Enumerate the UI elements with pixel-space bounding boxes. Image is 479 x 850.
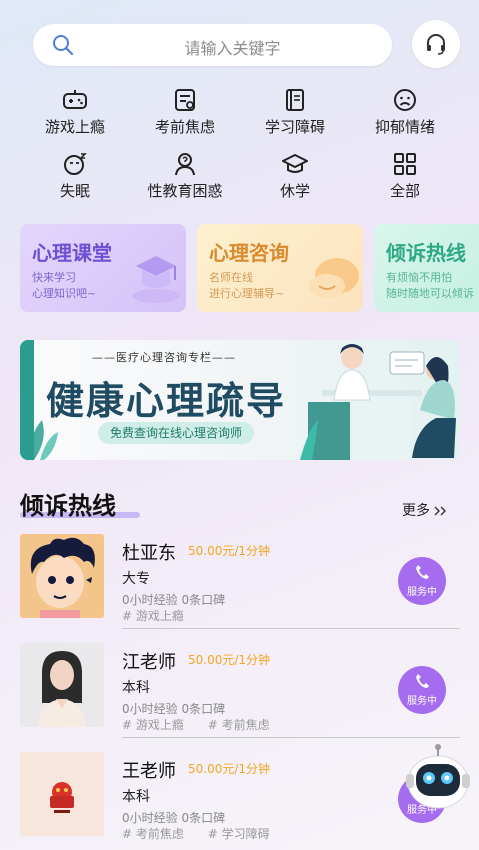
grid-icon — [394, 153, 416, 175]
counselor-name: 杜亚东 — [122, 543, 176, 564]
psychology-class-card[interactable]: 心理课堂 快来学习 心理知识吧~ — [20, 224, 186, 312]
top-bar: 请输入关键字 — [0, 0, 479, 80]
assistant-robot-button[interactable] — [402, 742, 474, 814]
category-grid: 游戏上瘾 考前焦虑 学习障碍 抑郁情绪 失眠 性教育困惑 休学 全部 — [20, 84, 460, 204]
headset-icon — [427, 34, 445, 55]
counselor-education: 本科 — [122, 789, 150, 805]
lion-emblem-avatar-icon — [20, 752, 104, 836]
counselor-price: 50.00元/1分钟 — [188, 653, 271, 667]
card-subtitle: 心理知识吧~ — [32, 287, 97, 300]
chat-bubble-illustration-icon — [309, 258, 359, 298]
tag: # 游戏上瘾 — [122, 718, 184, 732]
card-subtitle: 进行心理辅导~ — [209, 287, 285, 300]
status-button[interactable]: 服务中 — [398, 666, 446, 714]
counselor-price: 50.00元/1分钟 — [188, 544, 271, 558]
section-title: 倾诉热线 — [20, 486, 140, 521]
consultation-illustration-icon — [300, 344, 456, 460]
category-all[interactable]: 全部 — [350, 148, 460, 204]
cartoon-boy-avatar-icon — [20, 534, 104, 618]
status-label: 服务中 — [407, 696, 437, 707]
counselor-tags: # 考前焦虑 # 学习障碍 — [122, 825, 290, 842]
card-title: 倾诉热线 — [386, 241, 466, 265]
category-label: 考前焦虑 — [154, 118, 215, 136]
banner-title: 健康心理疏导 — [46, 379, 287, 423]
card-subtitle: 随时随地可以倾诉 — [386, 287, 474, 300]
more-label: 更多 — [402, 503, 430, 519]
phone-icon — [416, 565, 429, 579]
category-school-leave[interactable]: 休学 — [240, 148, 350, 204]
card-subtitle: 有烦恼不用怕 — [386, 271, 452, 284]
customer-service-button[interactable] — [412, 20, 460, 68]
category-label: 休学 — [279, 182, 310, 200]
status-label: 服务中 — [407, 587, 437, 598]
counselor-education: 本科 — [122, 680, 150, 696]
category-exam-anxiety[interactable]: 考前焦虑 — [130, 84, 240, 140]
promo-banner[interactable]: ——医疗心理咨询专栏—— 健康心理疏导 免费查询在线心理咨询师 — [20, 340, 460, 460]
robot-icon — [406, 744, 470, 809]
sleep-icon — [64, 153, 87, 175]
double-chevron-right-icon — [434, 506, 447, 516]
tag: # 学习障碍 — [207, 827, 270, 841]
counselor-price: 50.00元/1分钟 — [188, 762, 271, 776]
banner-subtitle: ——医疗心理咨询专栏—— — [92, 351, 236, 364]
psychology-consult-card[interactable]: 心理咨询 名师在线 进行心理辅导~ — [197, 224, 363, 312]
counselor-name: 王老师 — [122, 761, 176, 782]
avatar — [20, 534, 104, 618]
counselor-row[interactable]: 杜亚东 50.00元/1分钟 大专 0小时经验 0条口碑 # 游戏上瘾 服务中 — [20, 530, 460, 638]
status-button[interactable]: 服务中 — [398, 557, 446, 605]
woman-photo-avatar-icon — [20, 643, 104, 727]
card-title: 心理咨询 — [209, 241, 289, 265]
section-title-text: 倾诉热线 — [20, 492, 116, 520]
counselor-education: 大专 — [122, 571, 150, 587]
sad-face-icon — [394, 89, 416, 111]
counselor-experience: 0小时经验 0条口碑 — [122, 702, 226, 716]
person-question-icon — [175, 153, 195, 176]
category-label: 游戏上瘾 — [44, 118, 105, 136]
card-subtitle: 名师在线 — [209, 271, 253, 284]
counselor-tags: # 游戏上瘾 — [122, 607, 204, 624]
avatar — [20, 752, 104, 836]
category-label: 失眠 — [59, 182, 90, 200]
phone-icon — [416, 674, 429, 688]
graduation-cap-icon — [282, 154, 308, 173]
counselor-tags: # 游戏上瘾 # 考前焦虑 — [122, 716, 290, 733]
tag: # 游戏上瘾 — [122, 609, 184, 623]
notebook-icon — [286, 89, 304, 111]
tag: # 考前焦虑 — [122, 827, 184, 841]
category-depression[interactable]: 抑郁情绪 — [350, 84, 460, 140]
banner-cta-button[interactable]: 免费查询在线心理咨询师 — [98, 422, 255, 444]
graduation-cap-illustration-icon — [132, 256, 180, 303]
avatar — [20, 643, 104, 727]
category-insomnia[interactable]: 失眠 — [20, 148, 130, 204]
exam-icon — [175, 89, 195, 111]
more-link[interactable]: 更多 — [402, 500, 448, 520]
category-label: 性教育困惑 — [147, 182, 223, 200]
row-divider — [122, 737, 460, 738]
card-title: 心理课堂 — [32, 241, 112, 265]
gamepad-icon — [63, 90, 87, 109]
category-label: 抑郁情绪 — [374, 118, 435, 136]
search-placeholder: 请输入关键字 — [184, 39, 281, 58]
tag: # 考前焦虑 — [207, 718, 270, 732]
category-sex-education[interactable]: 性教育困惑 — [130, 148, 240, 204]
counselor-experience: 0小时经验 0条口碑 — [122, 593, 226, 607]
counselor-row[interactable]: 王老师 50.00元/1分钟 本科 0小时经验 0条口碑 # 考前焦虑 # 学习… — [20, 748, 460, 850]
feature-cards: 心理课堂 快来学习 心理知识吧~ 心理咨询 名师在线 进行心理辅导~ 倾诉热线 … — [20, 224, 479, 314]
hotline-card[interactable]: 倾诉热线 有烦恼不用怕 随时随地可以倾诉 — [374, 224, 479, 312]
search-input[interactable]: 请输入关键字 — [33, 24, 392, 66]
category-learning-disability[interactable]: 学习障碍 — [240, 84, 350, 140]
category-gaming[interactable]: 游戏上瘾 — [20, 84, 130, 140]
row-divider — [122, 628, 460, 629]
category-label: 全部 — [389, 182, 420, 200]
counselor-name: 江老师 — [122, 652, 176, 673]
category-label: 学习障碍 — [264, 118, 325, 136]
counselor-experience: 0小时经验 0条口碑 — [122, 811, 226, 825]
card-subtitle: 快来学习 — [32, 271, 76, 284]
counselor-row[interactable]: 江老师 50.00元/1分钟 本科 0小时经验 0条口碑 # 游戏上瘾 # 考前… — [20, 639, 460, 747]
